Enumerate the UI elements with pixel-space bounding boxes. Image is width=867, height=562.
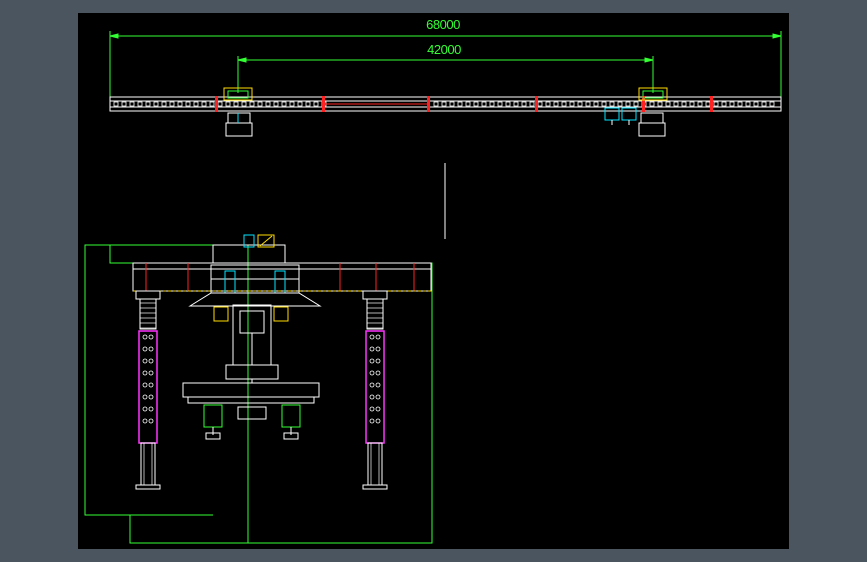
- dimension-span-label: 42000: [427, 42, 461, 57]
- cad-viewer: 68000 42000: [0, 0, 867, 562]
- dimension-overall-label: 68000: [426, 17, 460, 32]
- main-girder-top-view: [109, 96, 782, 112]
- hoist-head: [212, 234, 286, 264]
- dimension-span: [237, 56, 654, 93]
- right-leg-elevation: [362, 290, 388, 490]
- left-leg-elevation: [135, 290, 161, 490]
- drawing-canvas: 68000 42000: [84, 17, 782, 544]
- elevation-frame: [84, 244, 433, 544]
- left-trolley-top-view: [223, 87, 253, 137]
- drawing-sheet[interactable]: 68000 42000: [78, 13, 789, 549]
- right-trolley-top-view: [604, 87, 668, 137]
- main-beam-elevation: [132, 262, 432, 292]
